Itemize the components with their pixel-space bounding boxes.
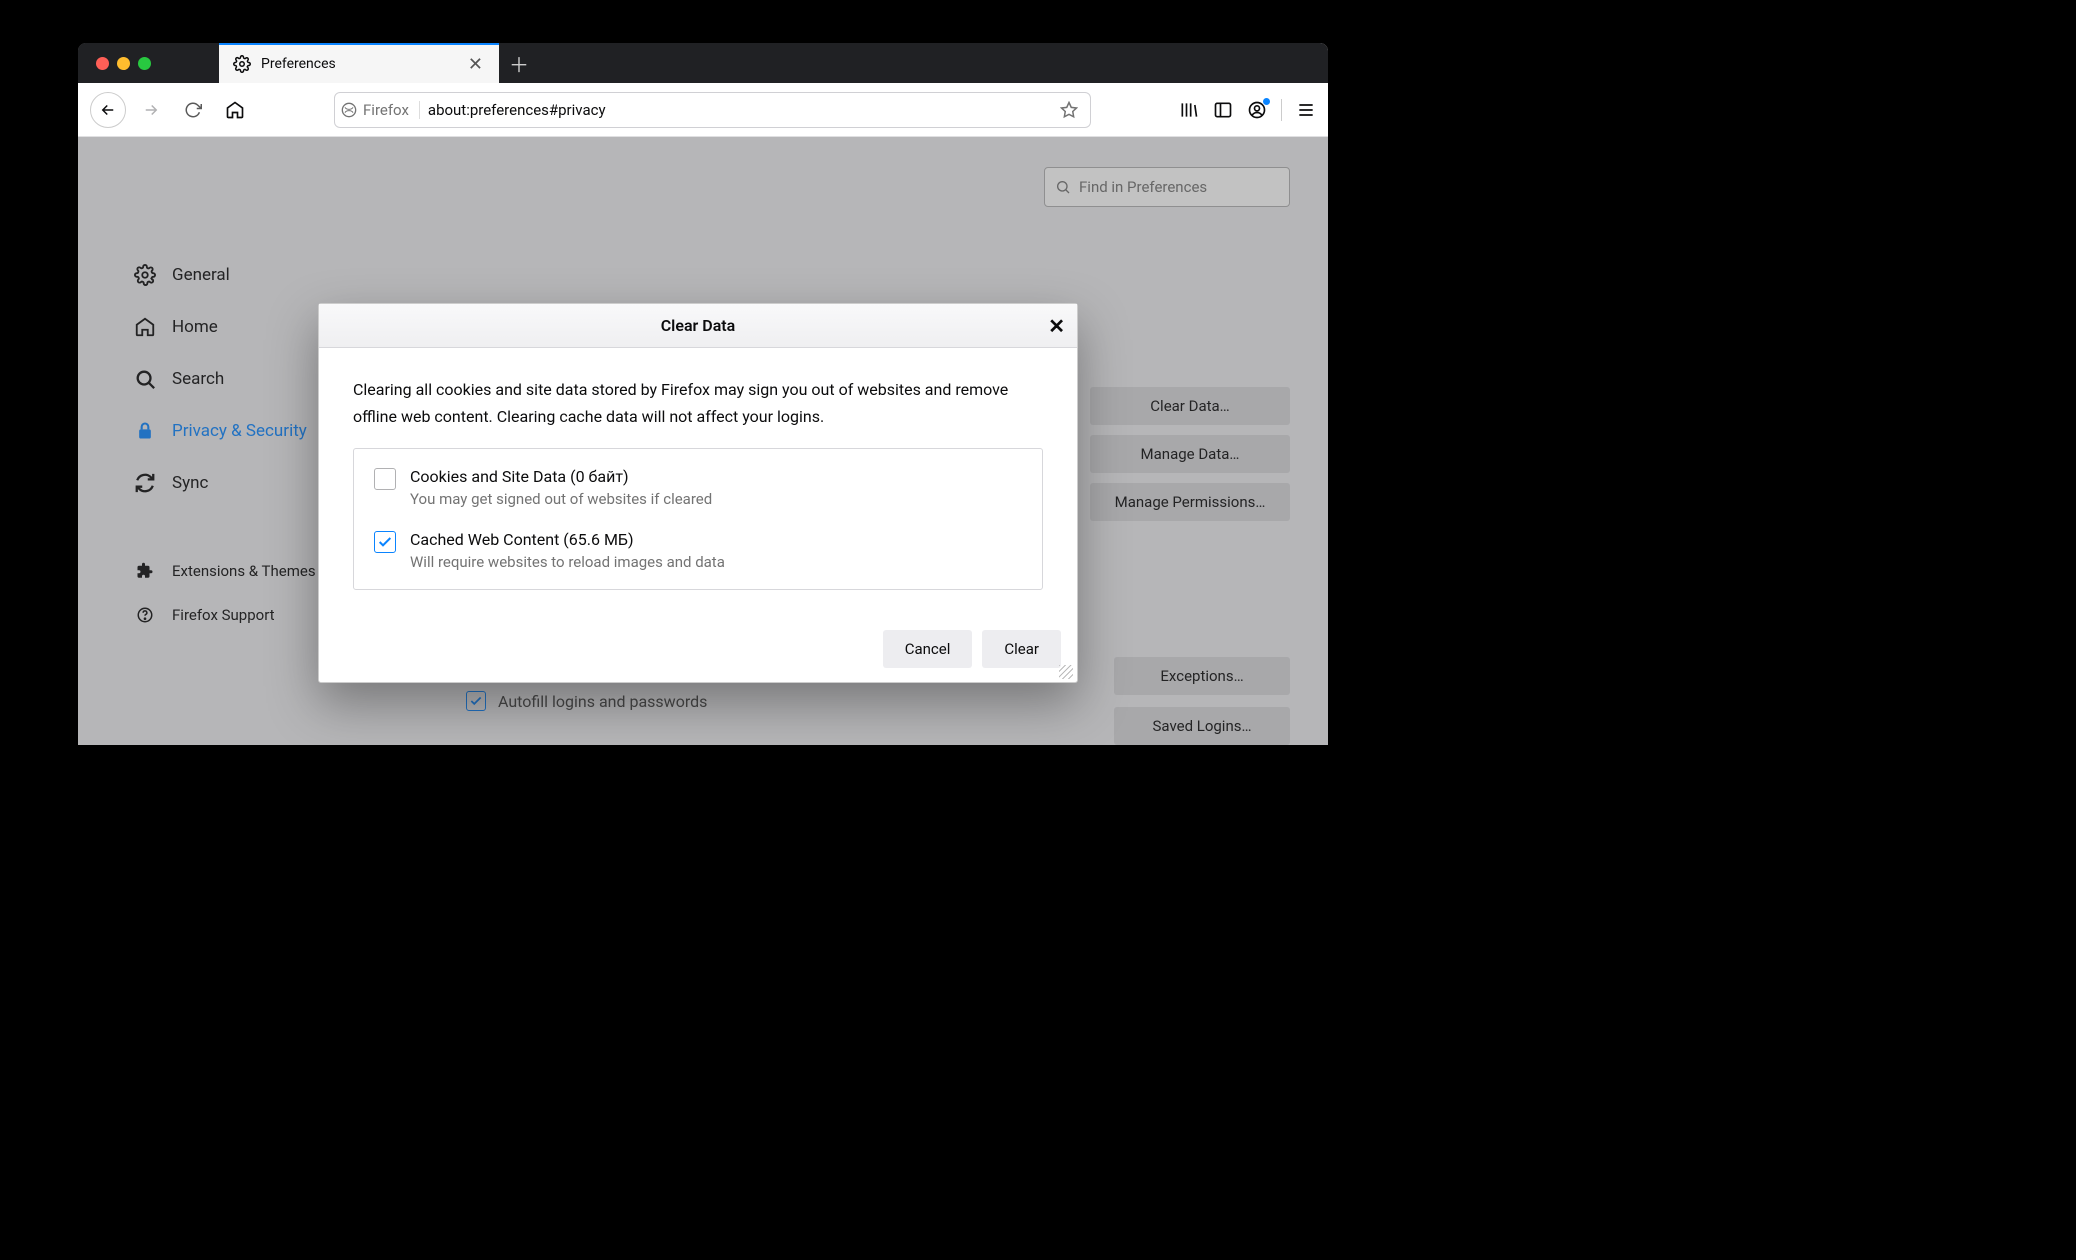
firefox-icon <box>341 102 357 118</box>
back-button[interactable] <box>90 92 126 128</box>
close-icon[interactable]: ✕ <box>1048 314 1065 338</box>
url-bar[interactable]: Firefox about:preferences#privacy <box>334 92 1091 128</box>
close-icon[interactable]: ✕ <box>462 52 489 77</box>
minimize-window-button[interactable] <box>117 57 130 70</box>
dialog-description: Clearing all cookies and site data store… <box>353 376 1043 430</box>
forward-button[interactable] <box>134 93 168 127</box>
toolbar: Firefox about:preferences#privacy <box>78 83 1328 137</box>
bookmark-star-icon[interactable] <box>1054 101 1084 119</box>
home-button[interactable] <box>218 93 252 127</box>
reload-button[interactable] <box>176 93 210 127</box>
cancel-button[interactable]: Cancel <box>883 630 973 668</box>
option-hint: Will require websites to reload images a… <box>410 553 725 571</box>
dialog-title: Clear Data <box>661 316 736 335</box>
browser-window: Preferences ✕ ＋ Firefox about:preference… <box>78 43 1328 745</box>
tab-bar: Preferences ✕ ＋ <box>78 43 1328 83</box>
checkbox-unchecked-icon[interactable] <box>374 468 396 490</box>
option-label: Cached Web Content (65.6 МБ) <box>410 530 725 549</box>
identity-label: Firefox <box>363 101 409 119</box>
preferences-content: Find in Preferences General Home Search … <box>78 137 1328 745</box>
window-controls <box>78 43 169 83</box>
tab-title: Preferences <box>261 56 452 72</box>
close-window-button[interactable] <box>96 57 109 70</box>
gear-icon <box>233 55 251 73</box>
cookies-option[interactable]: Cookies and Site Data (0 байт) You may g… <box>374 467 1022 508</box>
cache-option[interactable]: Cached Web Content (65.6 МБ) Will requir… <box>374 530 1022 571</box>
zoom-window-button[interactable] <box>138 57 151 70</box>
identity-box[interactable]: Firefox <box>341 101 420 119</box>
account-icon[interactable] <box>1247 100 1267 120</box>
dialog-header: Clear Data ✕ <box>319 304 1077 348</box>
clear-data-dialog: Clear Data ✕ Clearing all cookies and si… <box>318 303 1078 683</box>
clear-button[interactable]: Clear <box>982 630 1061 668</box>
new-tab-button[interactable]: ＋ <box>499 43 539 83</box>
checkbox-checked-icon[interactable] <box>374 531 396 553</box>
sidebar-icon[interactable] <box>1213 100 1233 120</box>
clear-options: Cookies and Site Data (0 байт) You may g… <box>353 448 1043 590</box>
option-hint: You may get signed out of websites if cl… <box>410 490 712 508</box>
url-text: about:preferences#privacy <box>428 101 1054 119</box>
tab-preferences[interactable]: Preferences ✕ <box>219 43 499 83</box>
library-icon[interactable] <box>1179 100 1199 120</box>
option-label: Cookies and Site Data (0 байт) <box>410 467 712 486</box>
resize-grip[interactable] <box>1059 665 1073 679</box>
menu-icon[interactable] <box>1296 100 1316 120</box>
